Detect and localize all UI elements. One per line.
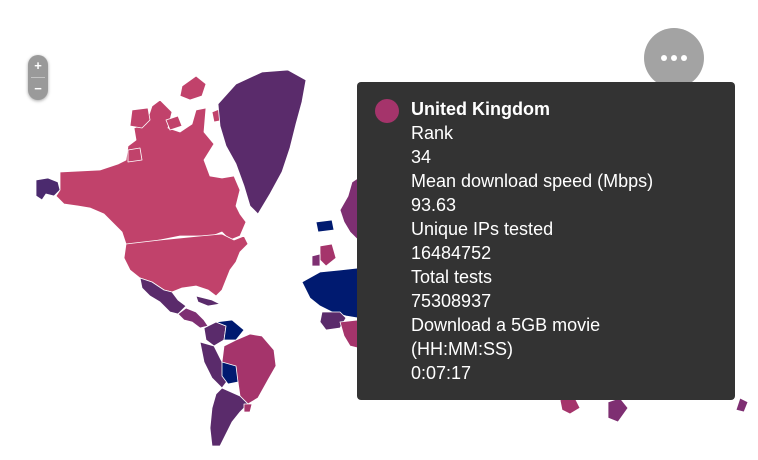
region-iceland[interactable]	[315, 219, 335, 233]
region-caribbean[interactable]	[195, 295, 221, 307]
region-ireland[interactable]	[311, 253, 321, 267]
tooltip-ips-value: 16484752	[411, 243, 492, 263]
tooltip-speed-label: Mean download speed (Mbps)	[411, 171, 654, 191]
region-western-europe[interactable]	[301, 267, 359, 319]
tooltip-ips-label: Unique IPs tested	[411, 219, 554, 239]
region-central-america[interactable]	[177, 307, 209, 329]
zoom-in-button[interactable]: +	[28, 55, 48, 77]
tooltip-rank-label: Rank	[411, 123, 454, 143]
region-australia-edge[interactable]	[607, 397, 629, 423]
region-uk[interactable]	[319, 243, 337, 267]
legend-color-swatch	[375, 99, 399, 123]
tooltip-movie-label-cont: (HH:MM:SS)	[411, 339, 513, 359]
tooltip-tests-value: 75308937	[411, 291, 492, 311]
tooltip-country-name: United Kingdom	[411, 99, 550, 119]
region-norway[interactable]	[339, 177, 359, 241]
region-canada-arctic-3[interactable]	[127, 147, 143, 163]
more-horizontal-icon	[661, 55, 687, 61]
region-canada-arctic-2[interactable]	[179, 75, 207, 101]
country-tooltip: United Kingdom Rank 34 Mean download spe…	[357, 82, 735, 400]
tooltip-movie-label: Download a 5GB movie	[411, 315, 601, 335]
zoom-controls: + −	[28, 55, 48, 100]
zoom-out-button[interactable]: −	[28, 78, 48, 100]
tooltip-tests-label: Total tests	[411, 267, 493, 287]
region-uruguay[interactable]	[243, 403, 253, 413]
region-nz-edge[interactable]	[735, 397, 749, 413]
tooltip-speed-value: 93.63	[411, 195, 457, 215]
tooltip-rank-value: 34	[411, 147, 432, 167]
tooltip-movie-value: 0:07:17	[411, 363, 472, 383]
chart-menu-button[interactable]	[644, 28, 704, 88]
region-mediterranean-south[interactable]	[339, 319, 359, 349]
